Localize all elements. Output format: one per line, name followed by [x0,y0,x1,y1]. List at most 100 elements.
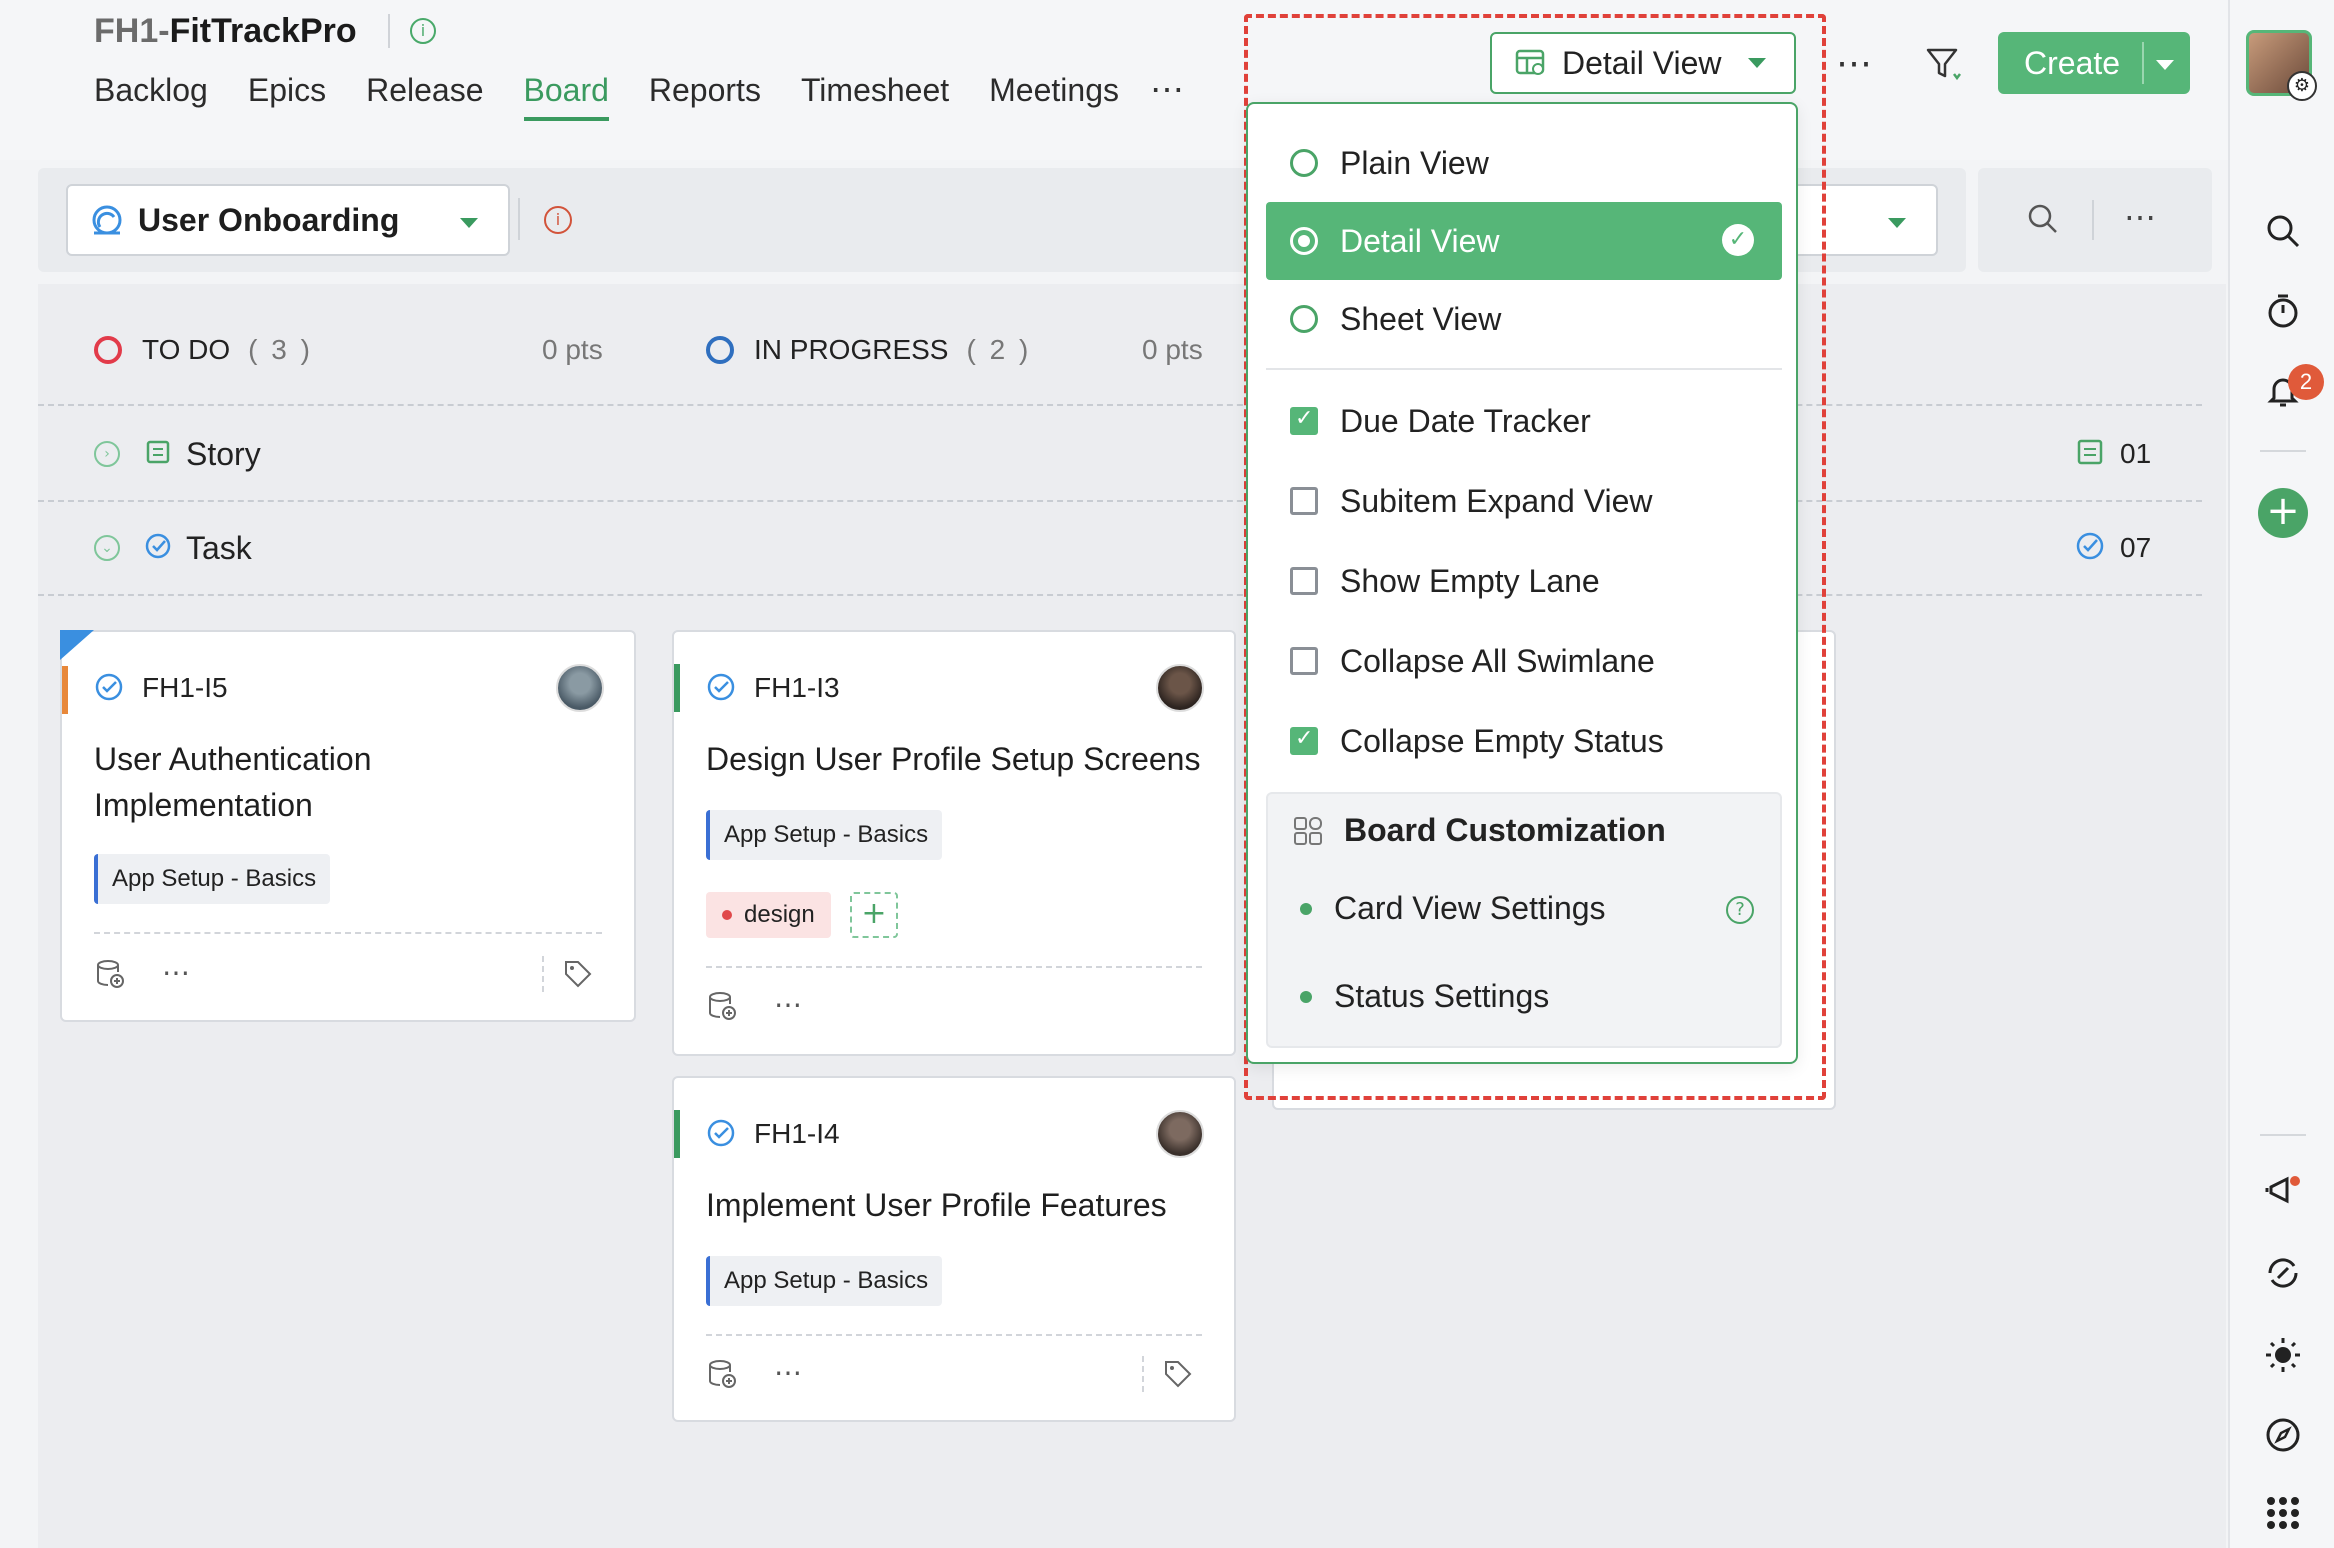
card-priority-bar [674,1110,680,1158]
assignee-avatar[interactable] [1156,664,1204,712]
chevron-down-icon [460,218,478,228]
gear-icon[interactable]: ⚙ [2287,71,2317,101]
epic-tag[interactable]: App Setup - Basics [706,1256,943,1306]
option-show-empty-lane[interactable]: Show Empty Lane [1266,542,1782,620]
bullet-dot [1300,990,1312,1003]
bullet-dot [1300,902,1312,915]
card-more-button[interactable]: ⋯ [774,988,804,1021]
tag-add-icon[interactable] [1162,1358,1194,1395]
status-name: IN PROGRESS [754,334,949,365]
view-option-plain[interactable]: Plain View [1266,124,1782,202]
issue-key[interactable]: FH1-I4 [754,1118,840,1150]
check-circle-icon: ✓ [1722,224,1754,256]
sprint-selector[interactable]: User Onboarding [66,184,510,256]
checkbox[interactable] [1290,487,1318,515]
user-avatar[interactable]: ⚙ [2246,30,2317,101]
option-collapse-empty-status[interactable]: Collapse Empty Status [1266,702,1782,780]
create-dropdown-icon[interactable] [2156,60,2174,70]
radio-icon [1290,149,1318,177]
option-subitem-expand-view[interactable]: Subitem Expand View [1266,462,1782,540]
checkbox[interactable] [1290,567,1318,595]
board-customization-section: Board Customization Card View Settings ?… [1266,792,1782,1048]
compass-icon[interactable] [2262,1414,2304,1456]
tab-timesheet[interactable]: Timesheet [801,72,949,121]
tab-epics[interactable]: Epics [248,72,326,121]
right-rail: ⚙ 2 + [2228,0,2334,1548]
tab-board[interactable]: Board [523,72,609,121]
project-title[interactable]: FH1-FitTrackPro [94,12,357,51]
project-info-icon[interactable]: i [410,18,436,44]
option-due-date-tracker[interactable]: Due Date Tracker [1266,382,1782,460]
status-name: TO DO [142,334,231,365]
view-option-detail[interactable]: Detail View ✓ [1266,202,1782,280]
view-option-sheet[interactable]: Sheet View [1266,280,1782,358]
board-more-button[interactable]: ⋯ [2124,198,2158,236]
task-check-icon [144,532,172,565]
card-foot-divider [542,956,544,992]
assignee-avatar[interactable] [1156,1110,1204,1158]
search-icon[interactable] [2262,210,2304,252]
swimlane-story[interactable]: › Story 01 [38,408,2202,502]
apps-grid-icon[interactable] [2262,1492,2304,1534]
theme-icon[interactable] [2262,1334,2304,1376]
status-column-todo[interactable]: TO DO ( 3 ) [94,334,313,366]
issue-title[interactable]: Design User Profile Setup Screens [706,736,1200,782]
tab-release[interactable]: Release [366,72,483,121]
issue-card[interactable]: FH1-I3 Design User Profile Setup Screens… [672,630,1236,1056]
epic-tag[interactable]: App Setup - Basics [706,810,943,860]
tabs-more-button[interactable]: ⋯ [1150,70,1186,110]
card-priority-bar [674,664,680,712]
filter-icon[interactable] [1924,44,1964,89]
create-button[interactable]: Create [1998,32,2190,94]
card-more-button[interactable]: ⋯ [162,956,192,989]
database-add-icon[interactable] [94,958,126,995]
label-tag[interactable]: design [706,892,831,938]
issue-card[interactable]: FH1-I5 User Authentication Implementation… [60,630,636,1022]
chevron-right-icon[interactable]: › [94,441,120,467]
card-more-button[interactable]: ⋯ [774,1356,804,1389]
status-header-row [38,296,2202,406]
board-tools [1978,168,2212,272]
radio-icon [1290,305,1318,333]
add-label-button[interactable]: + [850,892,898,938]
tab-backlog[interactable]: Backlog [94,72,208,121]
tab-meetings[interactable]: Meetings [989,72,1119,121]
checkbox-checked[interactable] [1290,406,1318,435]
task-check-icon [706,1118,736,1153]
checkbox-checked[interactable] [1290,726,1318,755]
sync-icon[interactable] [2262,1252,2304,1294]
card-view-settings-link[interactable]: Card View Settings [1292,890,1606,927]
issue-card[interactable]: FH1-I4 Implement User Profile Features A… [672,1076,1236,1422]
epic-tag[interactable]: App Setup - Basics [94,854,331,904]
tag-add-icon[interactable] [562,958,594,995]
status-column-in-progress[interactable]: IN PROGRESS ( 2 ) [706,334,1031,366]
card-foot-divider [1142,1356,1144,1392]
add-icon[interactable]: + [2258,488,2308,538]
chevron-down-icon[interactable]: ⌄ [94,535,120,561]
issue-title[interactable]: Implement User Profile Features [706,1182,1167,1228]
status-ring-icon [94,336,122,364]
database-add-icon[interactable] [706,1358,738,1395]
timer-icon[interactable] [2262,290,2304,332]
more-options-button[interactable]: ⋯ [1836,42,1874,84]
story-icon [144,438,172,471]
swimlane-task[interactable]: ⌄ Task 07 [38,502,2202,596]
checkbox[interactable] [1290,647,1318,675]
issue-key[interactable]: FH1-I5 [142,672,228,704]
issue-key[interactable]: FH1-I3 [754,672,840,704]
board-search-icon[interactable] [2026,202,2060,241]
option-collapse-all-swimlane[interactable]: Collapse All Swimlane [1266,622,1782,700]
customize-grid-icon [1294,816,1322,845]
status-settings-link[interactable]: Status Settings [1292,978,1549,1015]
announcement-icon[interactable] [2262,1170,2304,1212]
swimlane-label: Task [186,529,252,566]
sprint-info-icon[interactable]: i [544,206,572,234]
assignee-avatar[interactable] [556,664,604,712]
sprint-icon [92,205,122,235]
help-icon[interactable]: ? [1726,896,1754,924]
issue-title[interactable]: User Authentication Implementation [94,736,372,828]
database-add-icon[interactable] [706,990,738,1027]
tab-reports[interactable]: Reports [649,72,761,121]
tools-divider [2092,200,2094,240]
menu-divider [1266,368,1782,370]
